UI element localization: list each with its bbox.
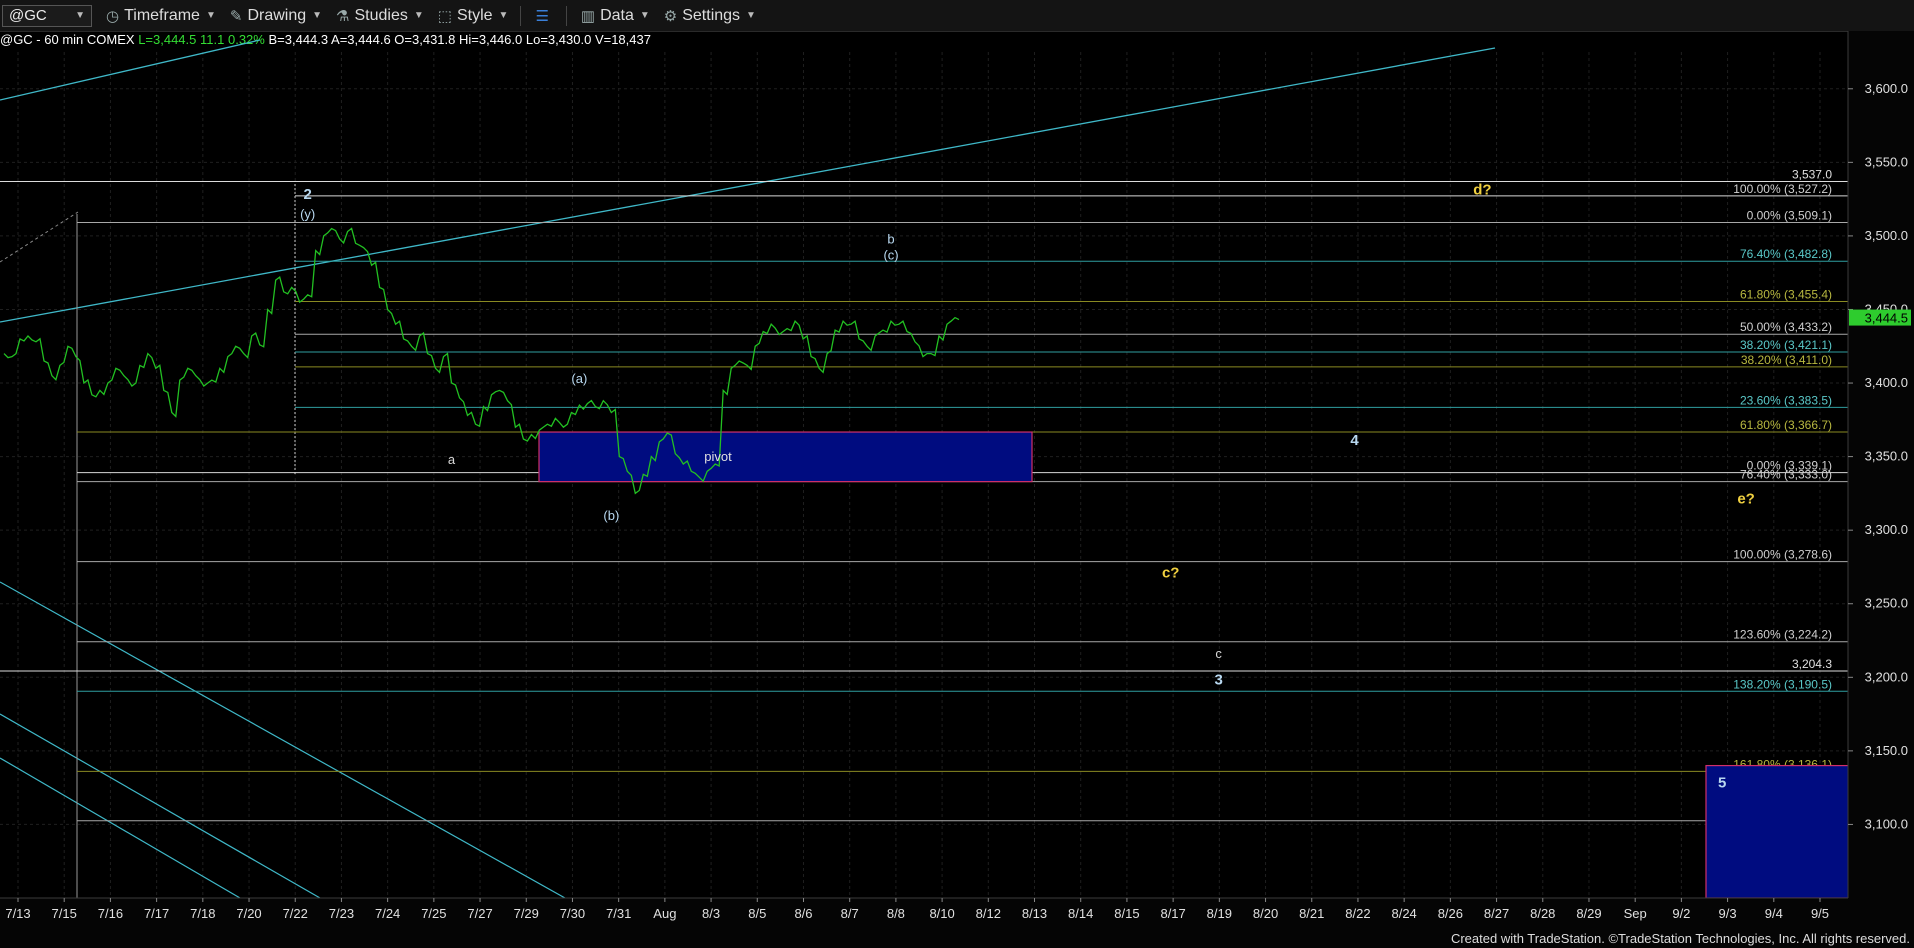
x-tick-label: 8/28 <box>1530 906 1555 921</box>
wave-label: c? <box>1162 564 1180 581</box>
wave-label: e? <box>1737 491 1755 508</box>
x-tick-label: 8/8 <box>887 906 905 921</box>
fib-level-label: 0.00% (3,509.1) <box>1747 209 1832 223</box>
x-tick-label: 7/13 <box>5 906 30 921</box>
wave-label: (c) <box>883 247 898 262</box>
x-tick-label: 8/14 <box>1068 906 1093 921</box>
y-tick-label: 3,550.0 <box>1865 154 1908 169</box>
x-tick-label: 7/20 <box>236 906 261 921</box>
wave-label: a <box>448 452 456 467</box>
fib-level-label: 61.80% (3,455.4) <box>1740 288 1832 302</box>
fib-level-label: 100.00% (3,278.6) <box>1733 548 1832 562</box>
wave-label: 5 <box>1718 775 1726 792</box>
last-price-tag-label: 3,444.5 <box>1865 311 1908 326</box>
x-tick-label: 7/16 <box>98 906 123 921</box>
x-tick-label: 7/22 <box>283 906 308 921</box>
fib-level-label: 76.40% (3,482.8) <box>1740 247 1832 261</box>
price-marker-label: 3,204.3 <box>1792 657 1832 671</box>
x-tick-label: 7/30 <box>560 906 585 921</box>
pivot-zone <box>538 431 1033 483</box>
channel-line <box>0 713 321 899</box>
x-tick-label: 9/5 <box>1811 906 1829 921</box>
fib-level-label: 123.60% (3,224.2) <box>1733 628 1832 642</box>
x-tick-label: Sep <box>1624 906 1647 921</box>
x-tick-label: 8/29 <box>1576 906 1601 921</box>
y-tick-label: 3,100.0 <box>1865 816 1908 831</box>
price-chart[interactable]: 100.00% (3,527.2) 0.00% (3,509.1) 76.40% (… <box>0 0 1914 948</box>
x-tick-label: 8/17 <box>1160 906 1185 921</box>
copyright-footer: Created with TradeStation. ©TradeStation… <box>1450 931 1910 946</box>
channel-line <box>0 39 261 101</box>
x-tick-label: 8/5 <box>748 906 766 921</box>
x-tick-label: 7/24 <box>375 906 400 921</box>
x-tick-label: 7/23 <box>329 906 354 921</box>
x-tick-label: 7/31 <box>606 906 631 921</box>
wave-label: 4 <box>1350 432 1359 449</box>
fib-level-label: 138.20% (3,190.5) <box>1733 677 1832 691</box>
y-tick-label: 3,400.0 <box>1865 375 1908 390</box>
fib-level-label: 61.80% (3,366.7) <box>1740 418 1832 432</box>
x-tick-label: 7/29 <box>514 906 539 921</box>
x-tick-label: 8/22 <box>1345 906 1370 921</box>
y-tick-label: 3,300.0 <box>1865 522 1908 537</box>
wave-label: 3 <box>1215 672 1223 689</box>
x-tick-label: 8/21 <box>1299 906 1324 921</box>
wave-label: (b) <box>603 508 619 523</box>
x-tick-label: Aug <box>653 906 676 921</box>
x-tick-label: 7/27 <box>467 906 492 921</box>
wave-label: (a) <box>571 371 587 386</box>
y-tick-label: 3,150.0 <box>1865 743 1908 758</box>
x-tick-label: 7/17 <box>144 906 169 921</box>
fib-level-label: 23.60% (3,383.5) <box>1740 393 1832 407</box>
fib-level-label: 76.40% (3,333.0) <box>1740 468 1832 482</box>
wave-label: c <box>1215 646 1222 661</box>
fib-level-label: 100.00% (3,527.2) <box>1733 182 1832 196</box>
x-tick-label: 9/3 <box>1719 906 1737 921</box>
x-tick-label: 8/12 <box>976 906 1001 921</box>
x-tick-label: 8/3 <box>702 906 720 921</box>
wave-label: d? <box>1473 182 1491 199</box>
channel-line <box>0 757 241 899</box>
x-tick-label: 8/6 <box>794 906 812 921</box>
x-tick-label: 8/20 <box>1253 906 1278 921</box>
x-tick-label: 9/4 <box>1765 906 1783 921</box>
wave-label: (y) <box>300 206 315 221</box>
y-tick-label: 3,200.0 <box>1865 669 1908 684</box>
x-tick-label: 7/25 <box>421 906 446 921</box>
target-zone <box>1705 764 1851 899</box>
x-tick-label: 9/2 <box>1672 906 1690 921</box>
fib-level-label: 38.20% (3,411.0) <box>1741 353 1832 367</box>
x-tick-label: 8/7 <box>841 906 859 921</box>
wave-label: b <box>887 231 894 246</box>
x-tick-label: 8/24 <box>1391 906 1416 921</box>
x-tick-label: 7/18 <box>190 906 215 921</box>
y-tick-label: 3,250.0 <box>1865 596 1908 611</box>
x-tick-label: 8/10 <box>929 906 954 921</box>
fib-level-label: 50.00% (3,433.2) <box>1740 320 1832 334</box>
channel-line <box>0 211 79 263</box>
wave-label: pivot <box>704 449 732 464</box>
x-tick-label: 8/26 <box>1438 906 1463 921</box>
x-tick-label: 8/13 <box>1022 906 1047 921</box>
y-tick-label: 3,600.0 <box>1865 81 1908 96</box>
y-tick-label: 3,500.0 <box>1865 228 1908 243</box>
y-tick-label: 3,350.0 <box>1865 449 1908 464</box>
x-tick-label: 8/15 <box>1114 906 1139 921</box>
x-tick-label: 8/19 <box>1207 906 1232 921</box>
price-marker-label: 3,537.0 <box>1792 167 1832 181</box>
fib-level-label: 38.20% (3,421.1) <box>1740 338 1832 352</box>
x-tick-label: 8/27 <box>1484 906 1509 921</box>
x-tick-label: 7/15 <box>52 906 77 921</box>
wave-label: 2 <box>303 186 311 203</box>
